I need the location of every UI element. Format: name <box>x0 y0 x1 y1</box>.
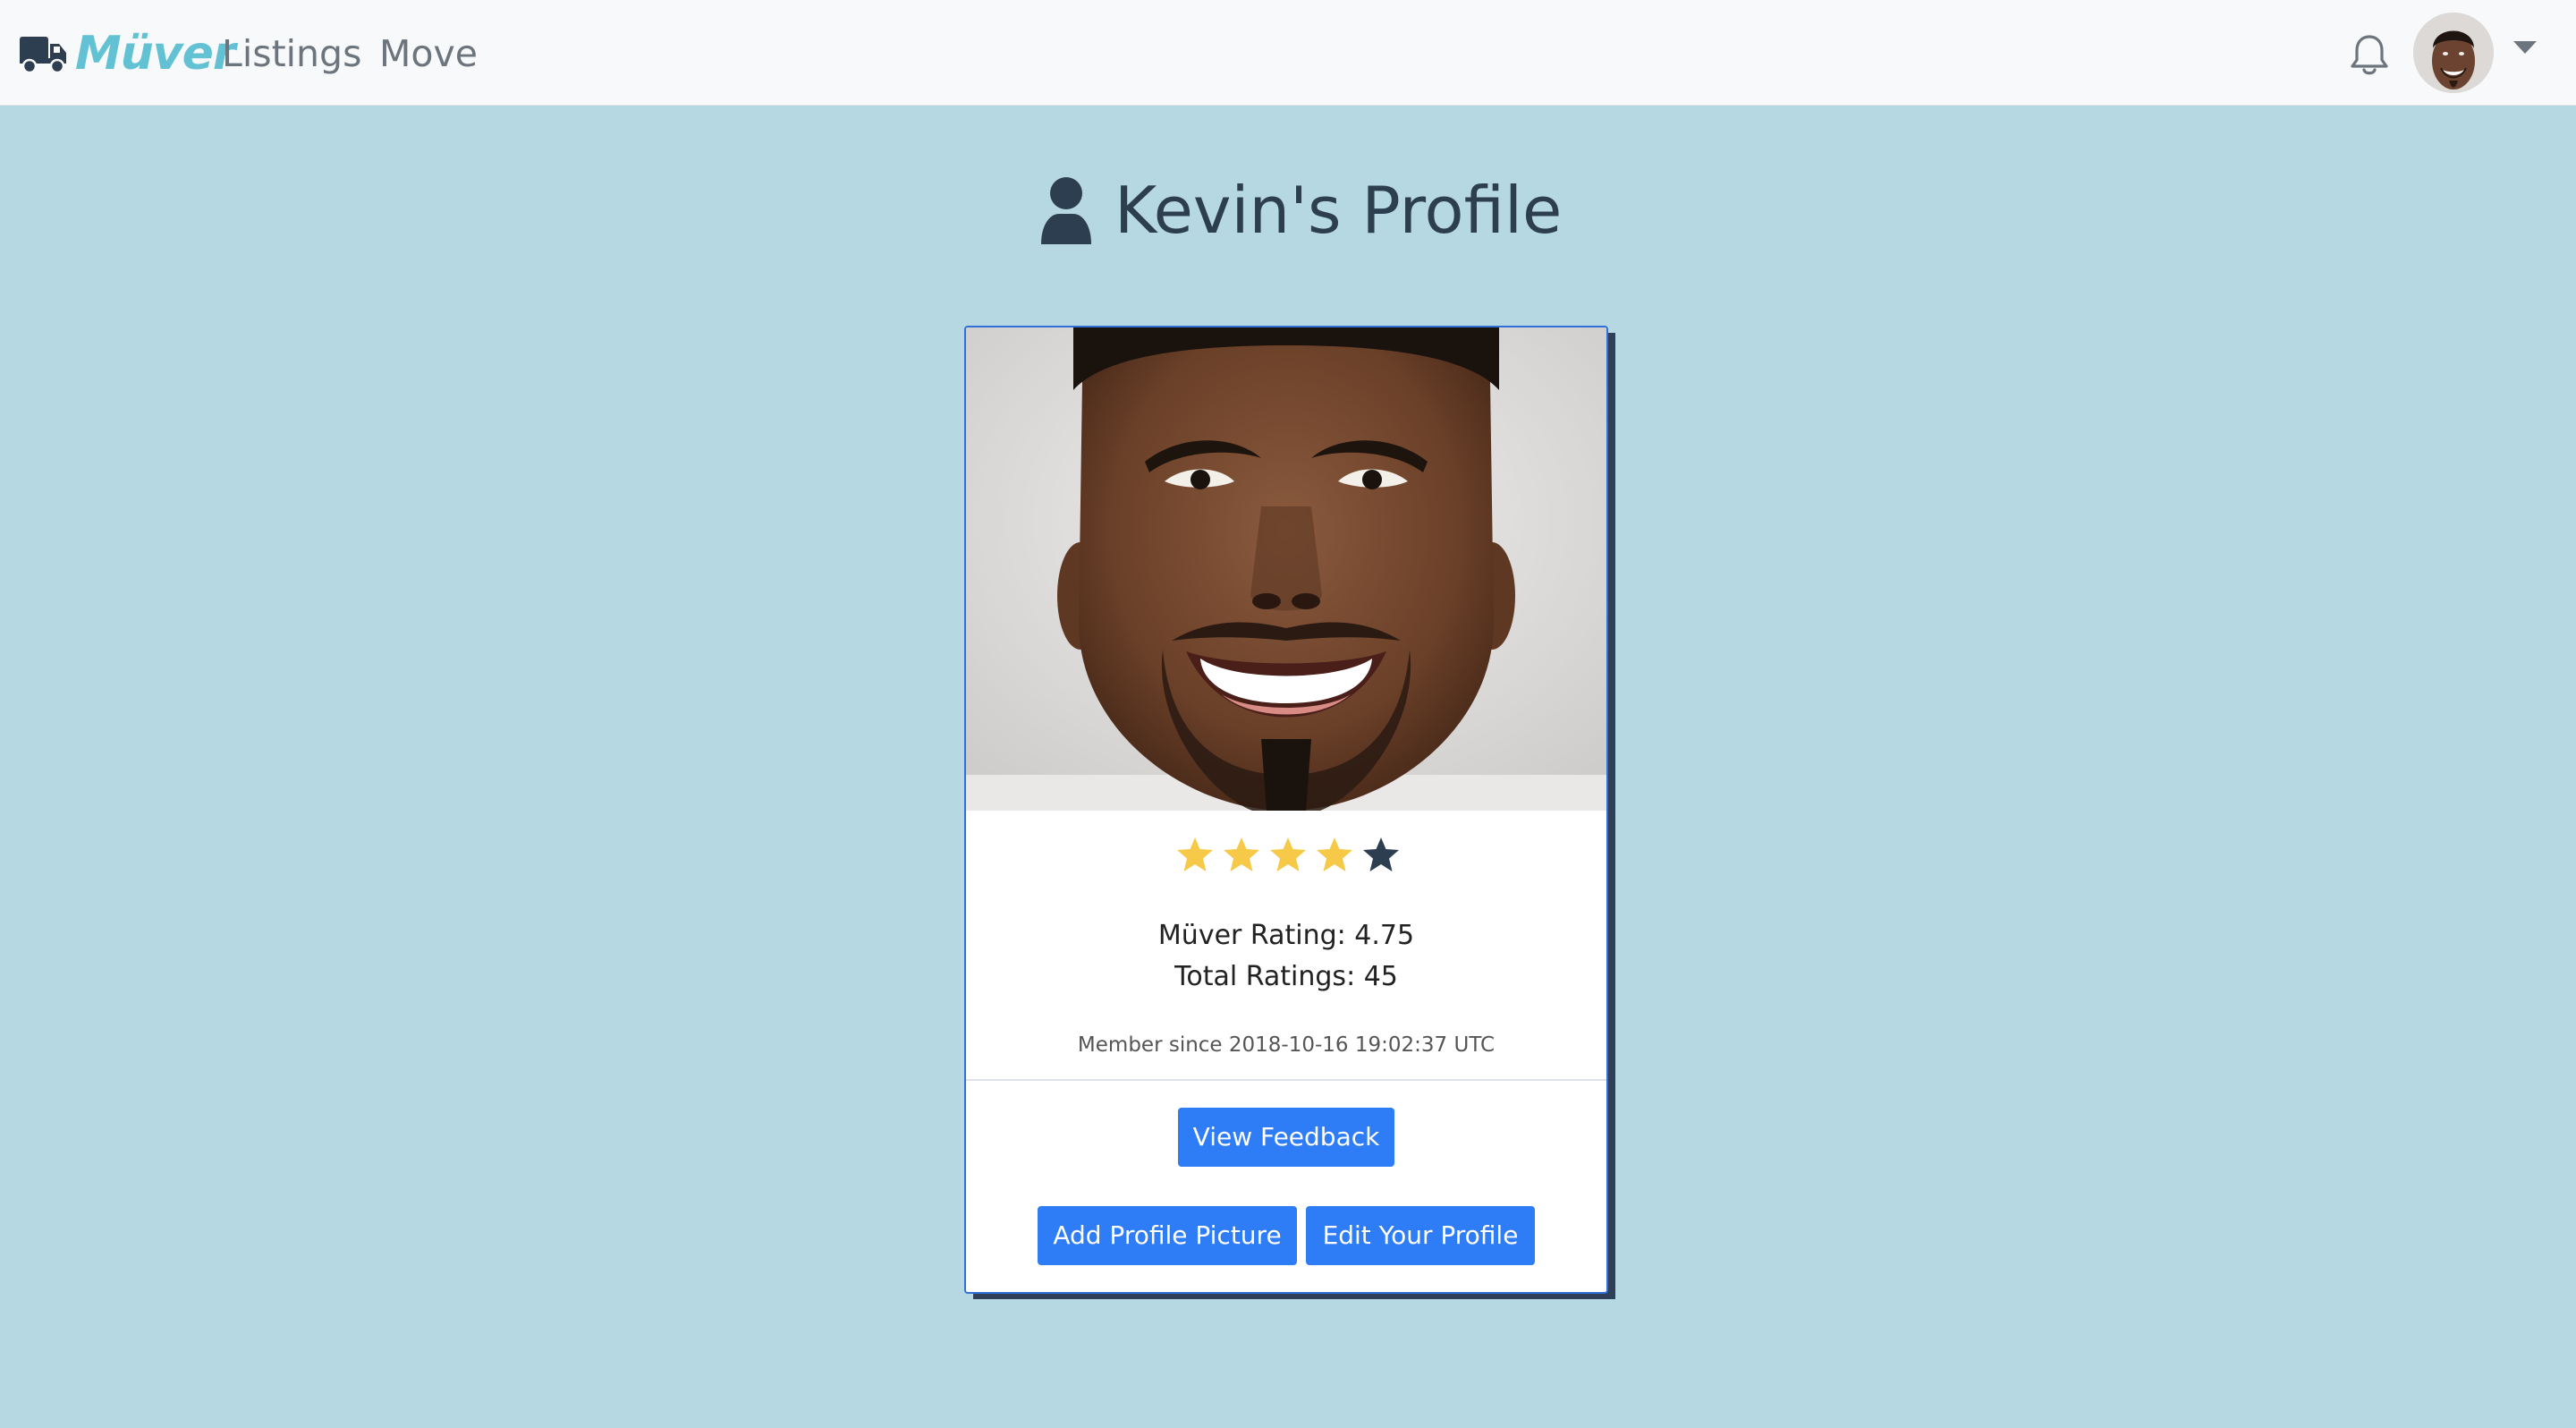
bell-icon[interactable] <box>2349 33 2390 78</box>
navbar: Müver Listings Move <box>0 0 2576 106</box>
brand-logo[interactable]: Müver <box>18 25 236 82</box>
star-filled-icon <box>1224 837 1259 871</box>
star-filled-icon <box>1270 837 1306 871</box>
user-icon <box>1041 177 1091 244</box>
star-empty-icon <box>1363 837 1399 871</box>
brand-name: Müver <box>75 27 236 81</box>
card-divider <box>966 1079 1606 1081</box>
member-since: Member since 2018-10-16 19:02:37 UTC <box>1077 1033 1496 1057</box>
page-heading: Kevin's Profile <box>1038 170 1562 251</box>
profile-photo <box>966 327 1606 811</box>
truck-icon <box>20 37 66 74</box>
avatar-photo <box>2413 13 2494 93</box>
view-feedback-button[interactable]: View Feedback <box>1178 1108 1394 1167</box>
profile-card: Müver Rating: 4.75 Total Ratings: 45 Mem… <box>964 326 1608 1294</box>
add-profile-picture-button[interactable]: Add Profile Picture <box>1038 1206 1297 1265</box>
rating-stars <box>1175 836 1401 873</box>
page-title: Kevin's Profile <box>1114 173 1563 248</box>
star-filled-icon <box>1177 837 1213 871</box>
star-filled-icon <box>1317 837 1352 871</box>
edit-profile-button[interactable]: Edit Your Profile <box>1306 1206 1535 1265</box>
avatar[interactable] <box>2413 13 2494 93</box>
nav-link-listings[interactable]: Listings <box>222 30 361 77</box>
muver-rating: Müver Rating: 4.75 <box>1157 920 1415 951</box>
nav-link-move[interactable]: Move <box>379 30 478 77</box>
chevron-down-icon[interactable] <box>2513 41 2537 54</box>
total-ratings: Total Ratings: 45 <box>1174 961 1398 992</box>
